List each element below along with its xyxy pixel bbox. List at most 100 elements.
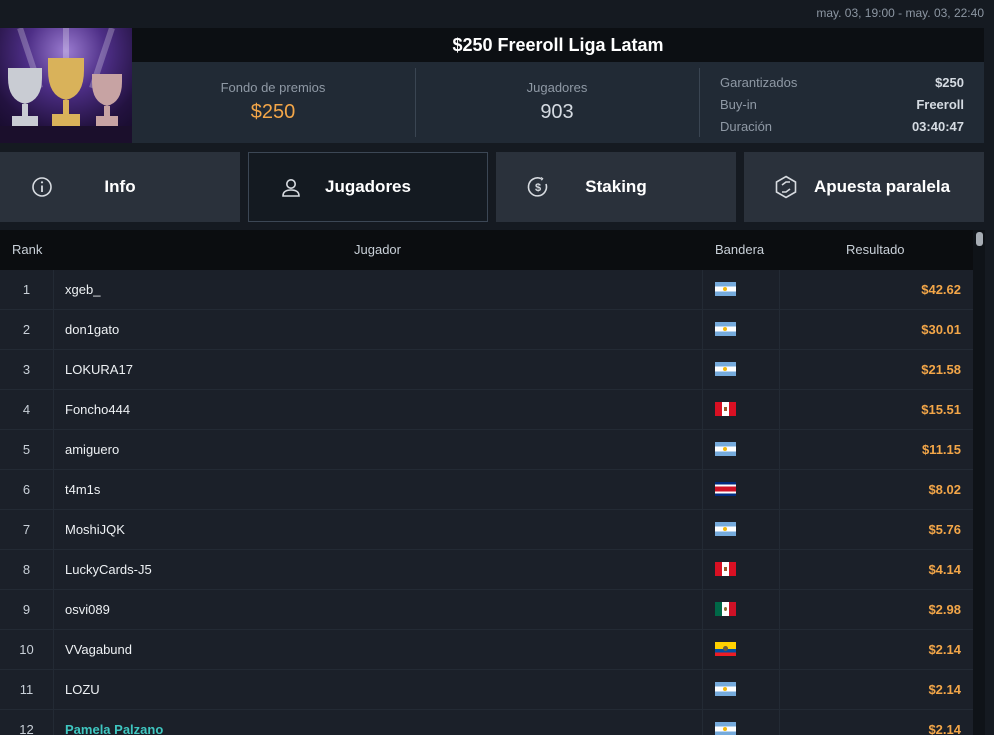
detail-value: $250 bbox=[935, 75, 964, 90]
table-row[interactable]: 2 don1gato $30.01 bbox=[0, 310, 973, 350]
tournament-stats: Fondo de premios $250 Jugadores 903 Gara… bbox=[132, 62, 984, 143]
result-cell: $2.14 bbox=[928, 722, 961, 735]
table-row[interactable]: 12 Pamela Palzano $2.14 bbox=[0, 710, 973, 735]
table-row[interactable]: 7 MoshiJQK $5.76 bbox=[0, 510, 973, 550]
header-player[interactable]: Jugador bbox=[354, 242, 401, 257]
rank-cell: 7 bbox=[0, 510, 54, 549]
flag-ar-icon bbox=[715, 322, 736, 336]
flag-mx-icon bbox=[715, 602, 736, 616]
trophy-image bbox=[0, 28, 132, 143]
flag-ar-icon bbox=[715, 282, 736, 296]
detail-value: Freeroll bbox=[916, 97, 964, 112]
tab-staking[interactable]: $ Staking bbox=[496, 152, 736, 222]
table-header: Rank Jugador Bandera Resultado bbox=[0, 230, 973, 270]
flag-cell bbox=[702, 670, 780, 709]
player-name[interactable]: LOKURA17 bbox=[65, 350, 133, 389]
table-row[interactable]: 1 xgeb_ $42.62 bbox=[0, 270, 973, 310]
flag-pe-icon bbox=[715, 402, 736, 416]
rank-cell: 3 bbox=[0, 350, 54, 389]
flag-cell bbox=[702, 590, 780, 629]
flag-pe-icon bbox=[715, 562, 736, 576]
rank-cell: 1 bbox=[0, 270, 54, 309]
tab-side-bet[interactable]: Apuesta paralela bbox=[744, 152, 984, 222]
flag-cell bbox=[702, 390, 780, 429]
header-rank[interactable]: Rank bbox=[12, 242, 42, 257]
flag-ar-icon bbox=[715, 442, 736, 456]
flag-ar-icon bbox=[715, 682, 736, 696]
players-table: Rank Jugador Bandera Resultado 1 xgeb_ $42… bbox=[0, 230, 973, 735]
table-row[interactable]: 3 LOKURA17 $21.58 bbox=[0, 350, 973, 390]
detail-key: Buy-in bbox=[720, 97, 757, 112]
rank-cell: 6 bbox=[0, 470, 54, 509]
table-row[interactable]: 6 t4m1s $8.02 bbox=[0, 470, 973, 510]
player-name[interactable]: xgeb_ bbox=[65, 270, 100, 309]
player-name[interactable]: VVagabund bbox=[65, 630, 132, 669]
prize-pool-value: $250 bbox=[250, 101, 296, 123]
player-name[interactable]: don1gato bbox=[65, 310, 119, 349]
player-name[interactable]: Pamela Palzano bbox=[65, 710, 163, 735]
player-name[interactable]: MoshiJQK bbox=[65, 510, 125, 549]
tournament-details: Garantizados $250 Buy-in Freeroll Duraci… bbox=[720, 72, 964, 138]
result-cell: $42.62 bbox=[921, 282, 961, 297]
table-row[interactable]: 11 LOZU $2.14 bbox=[0, 670, 973, 710]
result-cell: $30.01 bbox=[921, 322, 961, 337]
flag-cell bbox=[702, 550, 780, 589]
flag-ar-icon bbox=[715, 362, 736, 376]
tab-info[interactable]: Info bbox=[0, 152, 240, 222]
players-stat: Jugadores 903 bbox=[416, 62, 698, 143]
table-row[interactable]: 8 LuckyCards-J5 $4.14 bbox=[0, 550, 973, 590]
players-value: 903 bbox=[540, 101, 574, 123]
table-row[interactable]: 9 osvi089 $2.98 bbox=[0, 590, 973, 630]
player-name[interactable]: Foncho444 bbox=[65, 390, 130, 429]
header-result[interactable]: Resultado bbox=[846, 242, 905, 257]
rank-cell: 2 bbox=[0, 310, 54, 349]
player-name[interactable]: LOZU bbox=[65, 670, 100, 709]
tournament-header: $250 Freeroll Liga Latam Fondo de premio… bbox=[0, 28, 984, 143]
flag-cell bbox=[702, 310, 780, 349]
flag-cr-icon bbox=[715, 482, 736, 496]
flag-cell bbox=[702, 430, 780, 469]
result-cell: $15.51 bbox=[921, 402, 961, 417]
detail-key: Duración bbox=[720, 119, 773, 134]
flag-cell bbox=[702, 710, 780, 735]
result-cell: $11.15 bbox=[921, 442, 961, 457]
side-bet-icon bbox=[775, 175, 797, 199]
flag-cell bbox=[702, 470, 780, 509]
player-name[interactable]: t4m1s bbox=[65, 470, 100, 509]
table-row[interactable]: 10 VVagabund $2.14 bbox=[0, 630, 973, 670]
flag-ec-icon bbox=[715, 642, 736, 656]
detail-value: 03:40:47 bbox=[911, 119, 964, 134]
tab-players[interactable]: Jugadores bbox=[248, 152, 488, 222]
result-cell: $8.02 bbox=[928, 482, 961, 497]
detail-guaranteed: Garantizados $250 bbox=[720, 72, 964, 94]
rank-cell: 9 bbox=[0, 590, 54, 629]
tournament-title: $250 Freeroll Liga Latam bbox=[132, 28, 984, 62]
table-row[interactable]: 5 amiguero $11.15 bbox=[0, 430, 973, 470]
table-scrollbar[interactable] bbox=[973, 230, 985, 735]
flag-cell bbox=[702, 510, 780, 549]
detail-key: Garantizados bbox=[720, 75, 798, 90]
flag-cell bbox=[702, 630, 780, 669]
header-flag[interactable]: Bandera bbox=[715, 242, 764, 257]
rank-cell: 12 bbox=[0, 710, 54, 735]
detail-buyin: Buy-in Freeroll bbox=[720, 94, 964, 116]
scrollbar-thumb[interactable] bbox=[976, 232, 983, 246]
info-icon bbox=[32, 177, 52, 197]
player-name[interactable]: amiguero bbox=[65, 430, 119, 469]
svg-text:$: $ bbox=[535, 182, 541, 194]
dollar-coin-icon: $ bbox=[527, 176, 548, 197]
result-cell: $5.76 bbox=[928, 522, 961, 537]
result-cell: $21.58 bbox=[921, 362, 961, 377]
player-name[interactable]: LuckyCards-J5 bbox=[65, 550, 152, 589]
tournament-dates: may. 03, 19:00 - may. 03, 22:40 bbox=[816, 6, 984, 20]
rank-cell: 8 bbox=[0, 550, 54, 589]
flag-cell bbox=[702, 350, 780, 389]
table-row[interactable]: 4 Foncho444 $15.51 bbox=[0, 390, 973, 430]
flag-ar-icon bbox=[715, 722, 736, 735]
result-cell: $2.98 bbox=[928, 602, 961, 617]
top-bar: may. 03, 19:00 - may. 03, 22:40 bbox=[0, 0, 994, 28]
player-name[interactable]: osvi089 bbox=[65, 590, 110, 629]
result-cell: $4.14 bbox=[928, 562, 961, 577]
result-cell: $2.14 bbox=[928, 642, 961, 657]
players-label: Jugadores bbox=[526, 80, 588, 95]
